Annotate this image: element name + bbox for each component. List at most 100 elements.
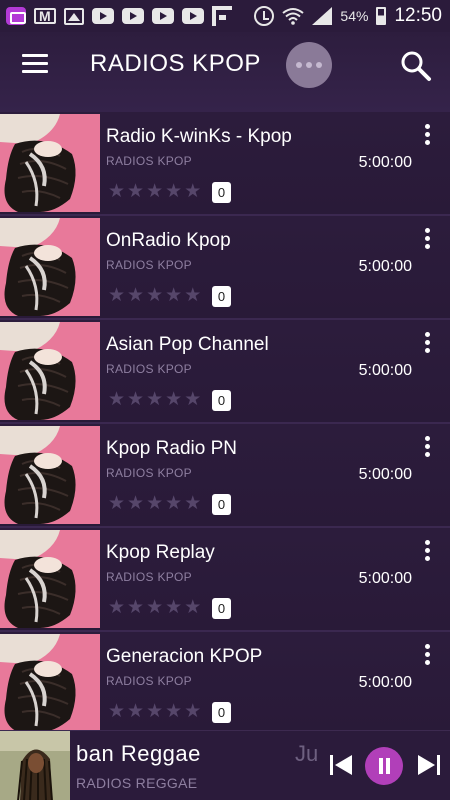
station-duration: 5:00:00	[358, 258, 412, 275]
station-row[interactable]: Radio K-winKs - Kpop RADIOS KPOP 5:00:00…	[0, 112, 450, 216]
star-icon[interactable]: ★	[108, 286, 125, 306]
station-genre: RADIOS KPOP	[106, 362, 192, 376]
station-genre: RADIOS KPOP	[106, 258, 192, 272]
station-artwork[interactable]	[0, 322, 100, 420]
more-options-icon[interactable]	[420, 436, 434, 462]
now-playing-title: ban Reggae	[76, 741, 201, 766]
star-icon[interactable]: ★	[127, 390, 144, 410]
star-icon[interactable]: ★	[184, 390, 201, 410]
star-icon[interactable]: ★	[127, 494, 144, 514]
rating-count-badge: 0	[212, 494, 231, 515]
more-options-icon[interactable]	[420, 124, 434, 150]
station-artwork[interactable]	[0, 426, 100, 524]
star-rating[interactable]: ★ ★ ★ ★ ★	[108, 702, 201, 722]
star-icon[interactable]: ★	[146, 182, 163, 202]
station-name: Radio K-winKs - Kpop	[106, 126, 292, 147]
signal-icon	[312, 7, 333, 25]
star-icon[interactable]: ★	[146, 390, 163, 410]
menu-icon[interactable]	[22, 54, 48, 76]
rating-count-badge: 0	[212, 702, 231, 723]
now-playing-genre: RADIOS REGGAE	[76, 775, 198, 791]
star-icon[interactable]: ★	[108, 182, 125, 202]
star-icon[interactable]: ★	[108, 390, 125, 410]
youtube-icon	[182, 8, 204, 24]
star-icon[interactable]: ★	[127, 702, 144, 722]
station-duration: 5:00:00	[358, 466, 412, 483]
star-icon[interactable]: ★	[165, 598, 182, 618]
star-icon[interactable]: ★	[184, 702, 201, 722]
station-row[interactable]: Kpop Radio PN RADIOS KPOP 5:00:00 ★ ★ ★ ★ ★ …	[0, 424, 450, 528]
rating-count-badge: 0	[212, 598, 231, 619]
loading-dots-icon[interactable]	[286, 42, 332, 88]
star-rating[interactable]: ★ ★ ★ ★ ★	[108, 494, 201, 514]
player-bar[interactable]: ban Reggae Ju RADIOS REGGAE	[0, 730, 450, 800]
next-icon[interactable]	[416, 753, 442, 777]
star-icon[interactable]: ★	[165, 286, 182, 306]
star-icon[interactable]: ★	[184, 182, 201, 202]
star-icon[interactable]: ★	[146, 494, 163, 514]
gmail-icon	[34, 8, 56, 24]
now-playing-artwork[interactable]	[0, 731, 70, 800]
star-icon[interactable]: ★	[108, 494, 125, 514]
clock: 12:50	[394, 5, 442, 26]
more-options-icon[interactable]	[420, 644, 434, 670]
previous-icon[interactable]	[328, 753, 354, 777]
star-rating[interactable]: ★ ★ ★ ★ ★	[108, 182, 201, 202]
alarm-icon	[254, 6, 275, 26]
station-artwork[interactable]	[0, 114, 100, 212]
station-duration: 5:00:00	[358, 154, 412, 171]
star-rating[interactable]: ★ ★ ★ ★ ★	[108, 598, 201, 618]
battery-percentage: 54%	[340, 8, 369, 24]
star-icon[interactable]: ★	[108, 702, 125, 722]
station-name: OnRadio Kpop	[106, 230, 231, 251]
more-options-icon[interactable]	[420, 332, 434, 358]
star-icon[interactable]: ★	[184, 598, 201, 618]
station-row[interactable]: Generacion KPOP RADIOS KPOP 5:00:00 ★ ★ ★ ★…	[0, 632, 450, 736]
station-genre: RADIOS KPOP	[106, 466, 192, 480]
station-duration: 5:00:00	[358, 362, 412, 379]
rating-count-badge: 0	[212, 286, 231, 307]
station-row[interactable]: OnRadio Kpop RADIOS KPOP 5:00:00 ★ ★ ★ ★ ★ 0	[0, 216, 450, 320]
youtube-icon	[92, 8, 114, 24]
star-rating[interactable]: ★ ★ ★ ★ ★	[108, 390, 201, 410]
star-icon[interactable]: ★	[165, 182, 182, 202]
star-icon[interactable]: ★	[108, 598, 125, 618]
star-icon[interactable]: ★	[146, 702, 163, 722]
star-icon[interactable]: ★	[127, 182, 144, 202]
star-icon[interactable]: ★	[146, 598, 163, 618]
station-artwork[interactable]	[0, 218, 100, 316]
star-icon[interactable]: ★	[184, 494, 201, 514]
star-icon[interactable]: ★	[165, 702, 182, 722]
station-genre: RADIOS KPOP	[106, 674, 192, 688]
station-row[interactable]: Kpop Replay RADIOS KPOP 5:00:00 ★ ★ ★ ★ ★ 0	[0, 528, 450, 632]
rating-count-badge: 0	[212, 390, 231, 411]
gallery-icon	[64, 7, 84, 25]
more-options-icon[interactable]	[420, 540, 434, 566]
star-icon[interactable]: ★	[127, 598, 144, 618]
youtube-icon	[122, 8, 144, 24]
star-icon[interactable]: ★	[184, 286, 201, 306]
station-list: Radio K-winKs - Kpop RADIOS KPOP 5:00:00…	[0, 112, 450, 736]
station-name: Generacion KPOP	[106, 646, 263, 667]
rating-count-badge: 0	[212, 182, 231, 203]
youtube-icon	[152, 8, 174, 24]
pause-button[interactable]	[365, 747, 403, 785]
wifi-icon	[282, 8, 305, 25]
app-bar: RADIOS KPOP	[0, 32, 450, 112]
station-artwork[interactable]	[0, 530, 100, 628]
station-row[interactable]: Asian Pop Channel RADIOS KPOP 5:00:00 ★ ★…	[0, 320, 450, 424]
star-icon[interactable]: ★	[146, 286, 163, 306]
status-bar: 54% 12:50	[0, 0, 450, 32]
star-icon[interactable]: ★	[165, 390, 182, 410]
star-icon[interactable]: ★	[165, 494, 182, 514]
battery-icon	[376, 7, 387, 25]
app-notification-icon	[6, 7, 26, 25]
station-name: Asian Pop Channel	[106, 334, 269, 355]
star-rating[interactable]: ★ ★ ★ ★ ★	[108, 286, 201, 306]
more-options-icon[interactable]	[420, 228, 434, 254]
station-artwork[interactable]	[0, 634, 100, 732]
station-duration: 5:00:00	[358, 674, 412, 691]
station-genre: RADIOS KPOP	[106, 154, 192, 168]
search-icon[interactable]	[400, 50, 432, 82]
star-icon[interactable]: ★	[127, 286, 144, 306]
